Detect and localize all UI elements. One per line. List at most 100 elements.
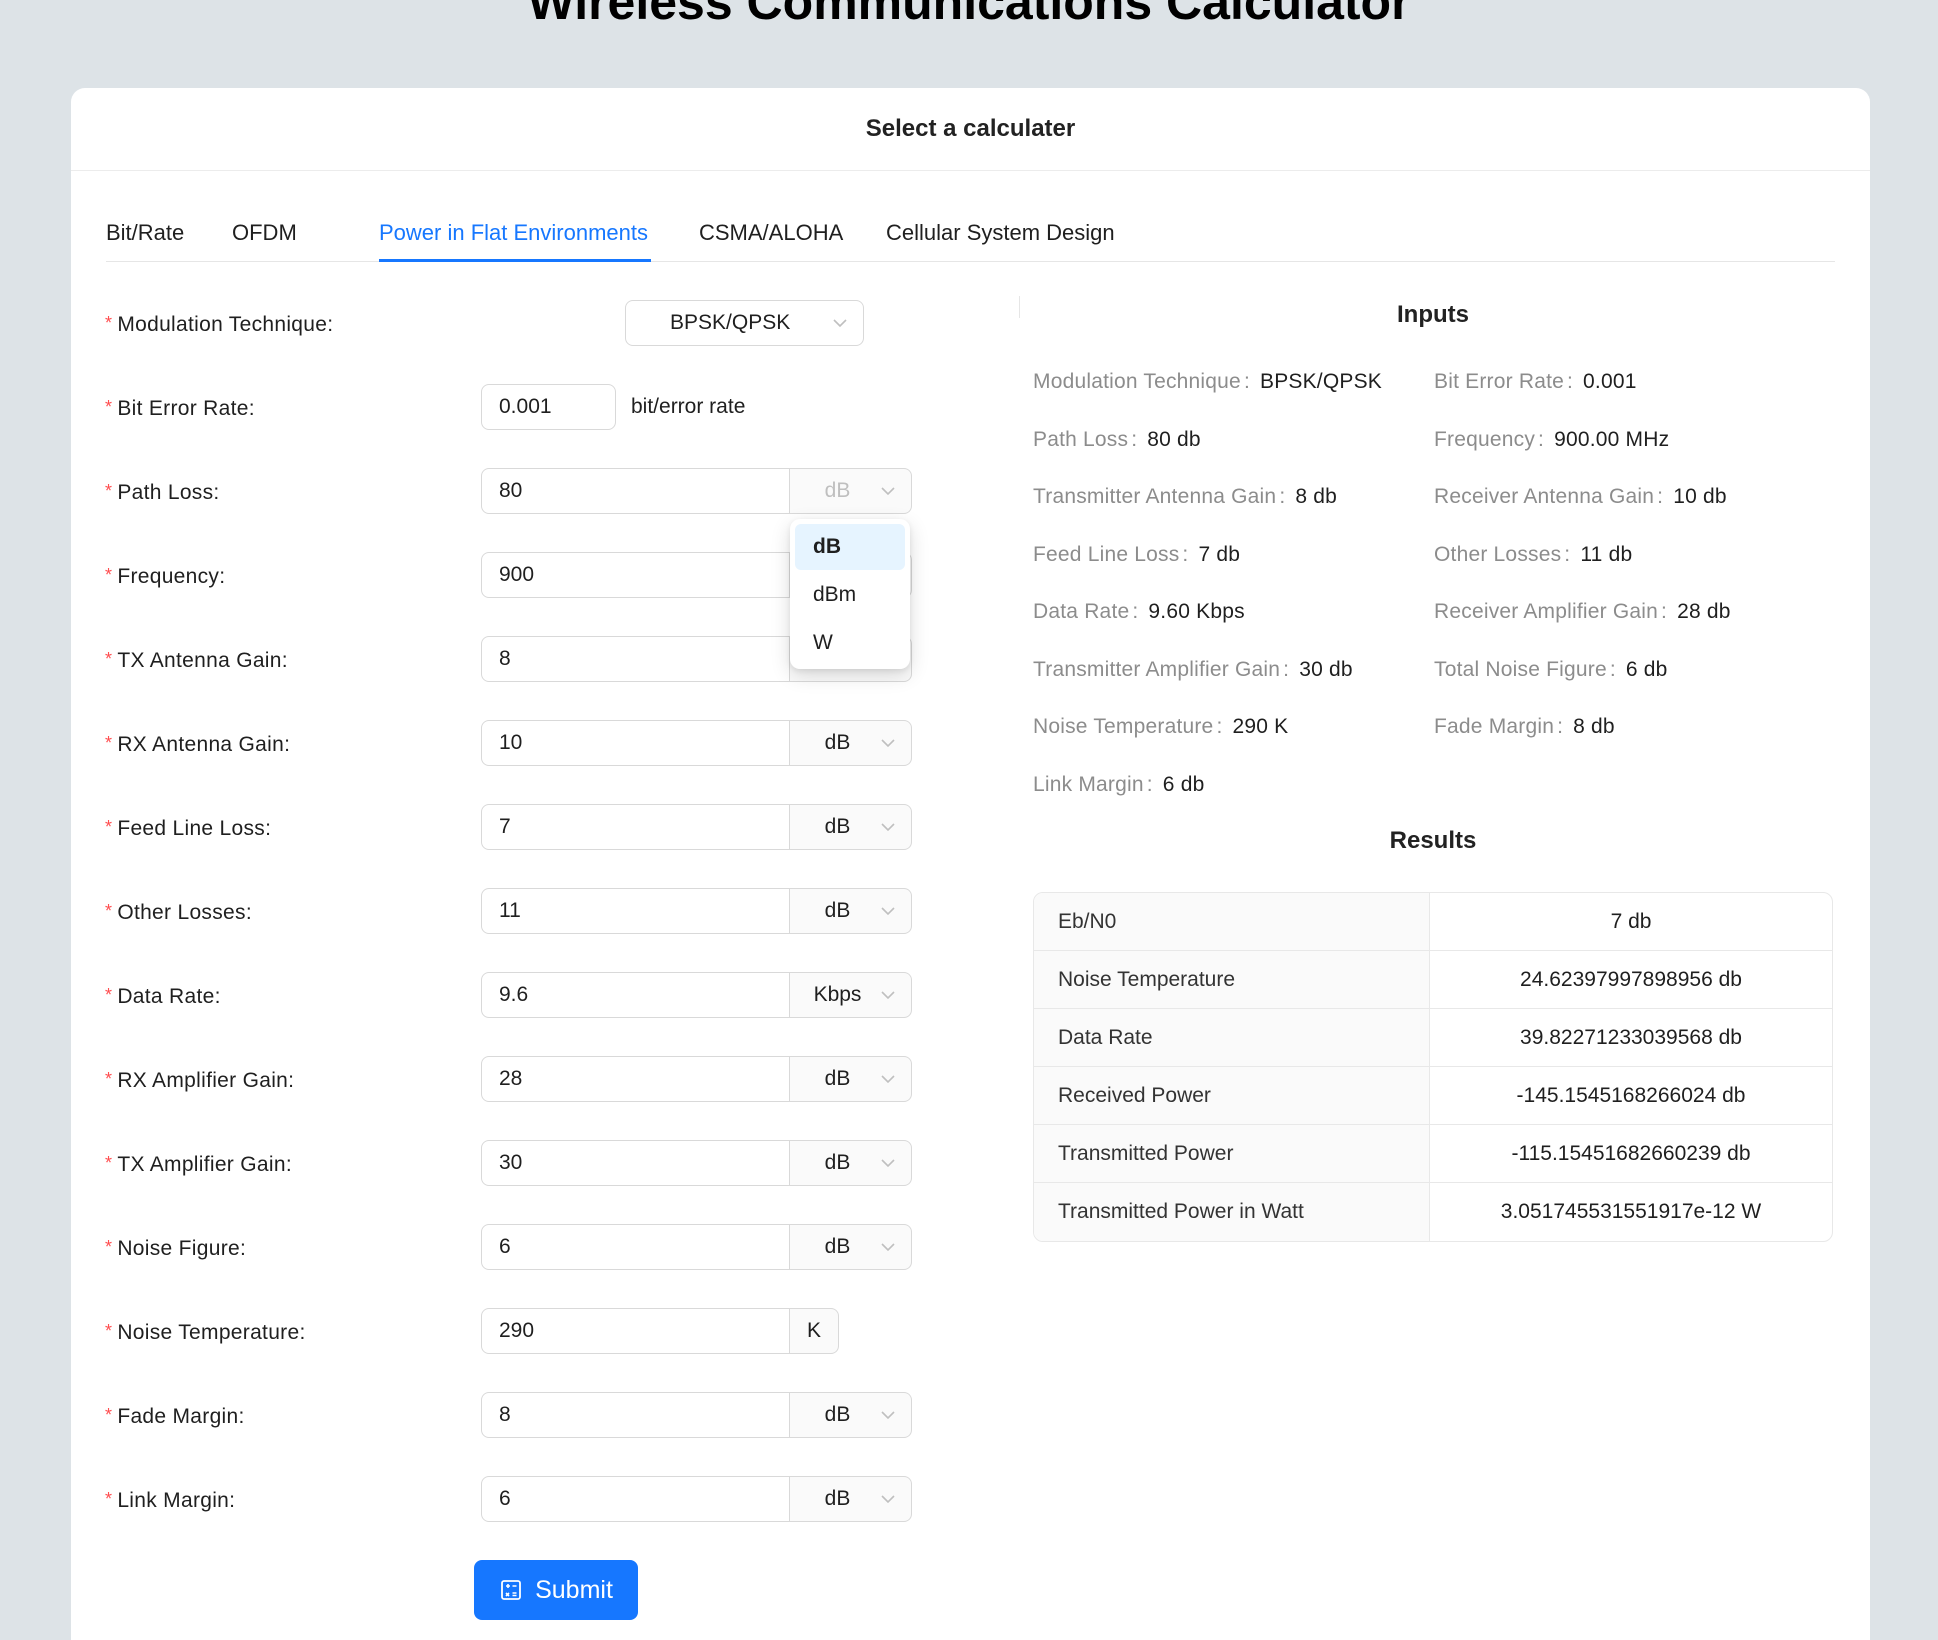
noise-temperature-input[interactable]: 290 (481, 1308, 790, 1354)
chevron-down-icon (881, 991, 895, 1000)
submit-label: Submit (535, 1575, 613, 1604)
chevron-down-icon (881, 1159, 895, 1168)
submit-button[interactable]: Submit (474, 1560, 638, 1620)
rx-antenna-gain-label: * RX Antenna Gain: (105, 733, 291, 756)
calculator-tabs: Bit/Rate OFDM Power in Flat Environments… (106, 218, 1835, 262)
other-losses-unit-value: dB (824, 899, 851, 922)
result-key: Transmitted Power in Watt (1034, 1183, 1430, 1241)
input-summary-item: Path Loss:80 db (1033, 428, 1201, 451)
other-losses-unit-select[interactable]: dB (790, 888, 912, 934)
input-summary-item: Link Margin:6 db (1033, 773, 1205, 796)
feed-line-loss-input[interactable]: 7 (481, 804, 790, 850)
table-row: Data Rate 39.82271233039568 db (1034, 1009, 1832, 1067)
rx-amplifier-gain-label: * RX Amplifier Gain: (105, 1069, 295, 1092)
frequency-input[interactable]: 900 (481, 552, 790, 598)
input-summary-item: Transmitter Antenna Gain:8 db (1033, 485, 1338, 508)
calculator-icon (501, 1580, 521, 1600)
other-losses-input[interactable]: 11 (481, 888, 790, 934)
table-row: Eb/N0 7 db (1034, 893, 1832, 951)
noise-figure-label: * Noise Figure: (105, 1237, 247, 1260)
input-summary-item: Modulation Technique: BPSK/QPSK (1033, 370, 1383, 393)
tx-antenna-gain-label: * TX Antenna Gain: (105, 649, 288, 672)
modulation-select[interactable]: BPSK/QPSK (625, 300, 864, 346)
input-summary-item: Receiver Amplifier Gain:28 db (1434, 600, 1731, 623)
tx-antenna-gain-input[interactable]: 8 (481, 636, 790, 682)
data-rate-label: * Data Rate: (105, 985, 221, 1008)
ber-suffix: bit/error rate (631, 395, 746, 418)
fade-margin-input[interactable]: 8 (481, 1392, 790, 1438)
rx-amplifier-gain-unit-value: dB (824, 1067, 851, 1090)
tab-cellular-system-design[interactable]: Cellular System Design (886, 218, 1115, 248)
input-summary-item: Total Noise Figure:6 db (1434, 658, 1668, 681)
chevron-down-icon (881, 1243, 895, 1252)
table-row: Received Power -145.1545168266024 db (1034, 1067, 1832, 1125)
rx-antenna-gain-unit-select[interactable]: dB (790, 720, 912, 766)
tab-power-flat-environments[interactable]: Power in Flat Environments (379, 218, 648, 248)
chevron-down-icon (881, 1411, 895, 1420)
results-table: Eb/N0 7 db Noise Temperature 24.6239799789… (1033, 892, 1833, 1242)
input-summary-item: Transmitter Amplifier Gain:30 db (1033, 658, 1353, 681)
ber-label: * Bit Error Rate: (105, 397, 255, 420)
result-value: 39.82271233039568 db (1430, 1009, 1832, 1067)
data-rate-input[interactable]: 9.6 (481, 972, 790, 1018)
link-margin-input[interactable]: 6 (481, 1476, 790, 1522)
dropdown-option-w[interactable]: W (795, 620, 905, 666)
card-title: Select a calculater (71, 88, 1870, 171)
result-value: -115.15451682660239 db (1430, 1125, 1832, 1183)
tx-amplifier-gain-input[interactable]: 30 (481, 1140, 790, 1186)
path-loss-unit-select[interactable]: dB (790, 468, 912, 514)
tx-amplifier-gain-unit-value: dB (824, 1151, 851, 1174)
dropdown-option-db[interactable]: dB (795, 524, 905, 570)
feed-line-loss-unit-value: dB (824, 815, 851, 838)
data-rate-unit-select[interactable]: Kbps (790, 972, 912, 1018)
other-losses-label: * Other Losses: (105, 901, 252, 924)
noise-temperature-unit: K (790, 1308, 839, 1354)
inputs-title: Inputs (1397, 301, 1469, 328)
result-key: Received Power (1034, 1067, 1430, 1125)
input-summary-item: Frequency:900.00 MHz (1434, 428, 1670, 451)
modulation-label: * Modulation Technique: (105, 313, 334, 336)
chevron-down-icon (881, 1495, 895, 1504)
result-value: 3.051745531551917e-12 W (1500, 1200, 1762, 1223)
dropdown-option-dbm[interactable]: dBm (795, 572, 905, 618)
result-value: -145.1545168266024 db (1430, 1067, 1832, 1125)
fade-margin-unit-value: dB (824, 1403, 851, 1426)
link-margin-unit-value: dB (824, 1487, 851, 1510)
result-key: Eb/N0 (1034, 893, 1430, 951)
active-tab-indicator (379, 259, 651, 262)
rx-antenna-gain-unit-value: dB (824, 731, 851, 754)
noise-figure-unit-select[interactable]: dB (790, 1224, 912, 1270)
link-margin-label: * Link Margin: (105, 1489, 236, 1512)
chevron-down-icon (881, 907, 895, 916)
rx-amplifier-gain-unit-select[interactable]: dB (790, 1056, 912, 1102)
feed-line-loss-unit-select[interactable]: dB (790, 804, 912, 850)
tx-amplifier-gain-unit-select[interactable]: dB (790, 1140, 912, 1186)
tx-amplifier-gain-label: * TX Amplifier Gain: (105, 1153, 292, 1176)
modulation-value: BPSK/QPSK (670, 311, 791, 334)
tab-ofdm[interactable]: OFDM (232, 218, 297, 248)
result-key: Noise Temperature (1034, 951, 1430, 1009)
noise-figure-input[interactable]: 6 (481, 1224, 790, 1270)
fade-margin-unit-select[interactable]: dB (790, 1392, 912, 1438)
noise-figure-unit-value: dB (824, 1235, 851, 1258)
ber-input[interactable]: 0.001 (481, 384, 616, 430)
input-summary-item: Bit Error Rate:0.001 (1434, 370, 1637, 393)
result-value: 24.62397997898956 db (1430, 951, 1832, 1009)
input-summary-item: Receiver Antenna Gain:10 db (1434, 485, 1727, 508)
path-loss-input[interactable]: 80 (481, 468, 790, 514)
results-title: Results (1389, 827, 1477, 854)
table-row: Transmitted Power in Watt 3.0517455315519… (1034, 1183, 1832, 1241)
table-row: Transmitted Power -115.15451682660239 db (1034, 1125, 1832, 1183)
path-loss-label: * Path Loss: (105, 481, 220, 504)
page-title: Wireless Communications Calculator (527, 0, 1411, 30)
rx-amplifier-gain-input[interactable]: 28 (481, 1056, 790, 1102)
tab-csma-aloha[interactable]: CSMA/ALOHA (699, 218, 843, 248)
result-key: Transmitted Power (1034, 1125, 1430, 1183)
rx-antenna-gain-input[interactable]: 10 (481, 720, 790, 766)
chevron-down-icon (881, 1075, 895, 1084)
chevron-down-icon (881, 739, 895, 748)
link-margin-unit-select[interactable]: dB (790, 1476, 912, 1522)
tab-bit-rate[interactable]: Bit/Rate (106, 218, 184, 248)
path-loss-unit-value: dB (824, 479, 851, 502)
chevron-down-icon (881, 487, 895, 496)
